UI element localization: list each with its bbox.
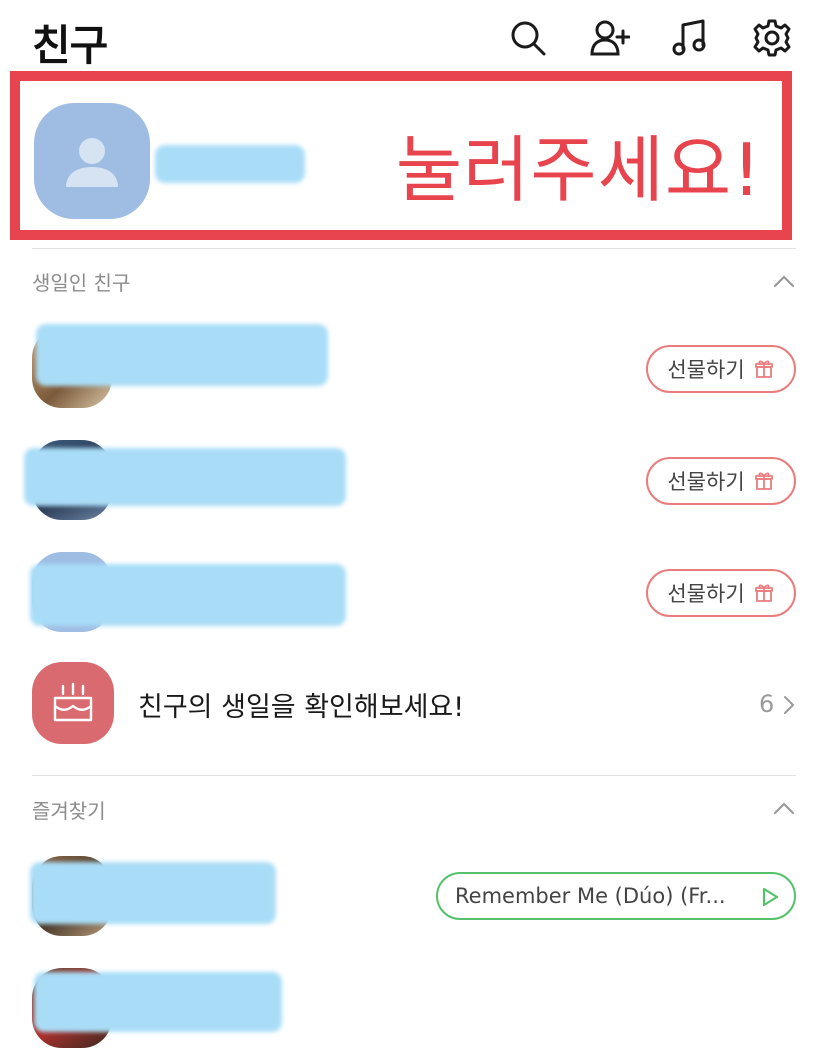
birthday-cake-icon (32, 662, 114, 744)
music-icon[interactable] (670, 18, 710, 58)
gift-button[interactable]: 선물하기 (646, 345, 796, 393)
page-title: 친구 (32, 21, 108, 70)
music-status-button[interactable]: Remember Me (Dúo) (Fr... (436, 872, 796, 920)
my-profile-row[interactable]: 눌러주세요! (10, 71, 792, 240)
redacted-name (30, 862, 276, 924)
gift-icon (754, 472, 773, 490)
profile-avatar (34, 103, 150, 219)
redacted-name (30, 564, 346, 626)
redacted-name (155, 145, 305, 183)
birthday-friend-row[interactable]: 선물하기 (0, 544, 828, 644)
favorite-friend-row[interactable]: Remember Me (Dúo) (Fr... (0, 848, 828, 948)
section-title-birthday: 생일인 친구 (32, 271, 131, 295)
redacted-name (34, 972, 282, 1032)
divider (32, 248, 796, 249)
gift-icon (754, 360, 773, 378)
section-title-favorites: 즐겨찾기 (32, 799, 106, 823)
music-status-label: Remember Me (Dúo) (Fr... (455, 884, 726, 908)
gift-icon (754, 584, 773, 602)
gift-button[interactable]: 선물하기 (646, 569, 796, 617)
search-icon[interactable] (508, 18, 548, 58)
birthday-friend-row[interactable]: 선물하기 (0, 432, 828, 532)
favorite-friend-row[interactable] (0, 962, 828, 1062)
redacted-name (24, 448, 346, 506)
redacted-name (36, 324, 328, 386)
settings-icon[interactable] (752, 18, 792, 58)
chevron-right-icon (782, 694, 796, 716)
top-bar: 친구 (0, 0, 828, 80)
collapse-chevron-icon[interactable] (772, 800, 796, 816)
gift-button-label: 선물하기 (667, 470, 745, 494)
gift-button[interactable]: 선물하기 (646, 457, 796, 505)
press-here-annotation: 눌러주세요! (395, 128, 762, 212)
divider (32, 775, 796, 776)
play-icon (762, 887, 779, 907)
check-birthdays-row[interactable]: 친구의 생일을 확인해보세요! 6 (0, 658, 828, 748)
birthday-count: 6 (759, 690, 775, 718)
gift-button-label: 선물하기 (667, 358, 745, 382)
gift-button-label: 선물하기 (667, 582, 745, 606)
add-friend-icon[interactable] (590, 18, 631, 58)
check-birthdays-text: 친구의 생일을 확인해보세요! (138, 692, 465, 723)
collapse-chevron-icon[interactable] (772, 273, 796, 289)
birthday-friend-row[interactable]: 선물하기 (0, 320, 828, 420)
